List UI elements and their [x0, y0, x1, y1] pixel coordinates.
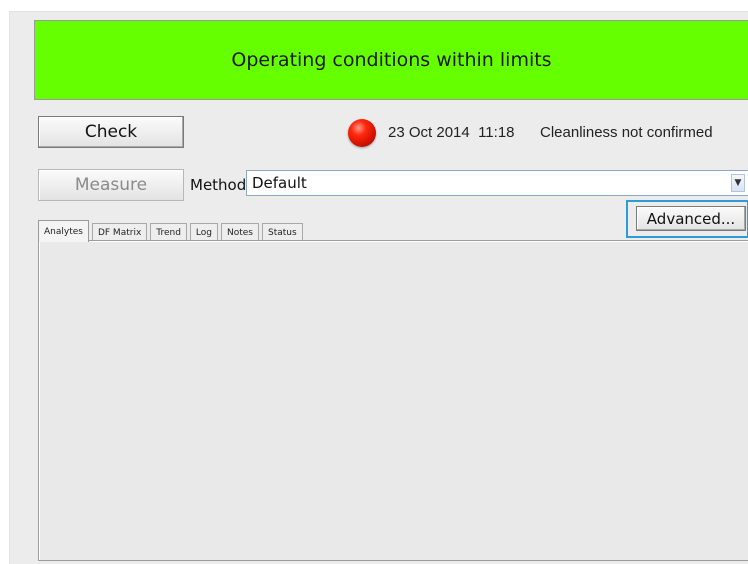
tab-strip: Analytes DF Matrix Trend Log Notes Statu…	[38, 217, 306, 242]
status-indicator-led-icon	[348, 119, 376, 147]
measure-button[interactable]: Measure	[38, 169, 184, 201]
tab-trend[interactable]: Trend	[150, 223, 187, 241]
tab-df-matrix[interactable]: DF Matrix	[91, 223, 148, 241]
status-date: 23 Oct 2014	[388, 124, 470, 141]
status-banner: Operating conditions within limits	[34, 20, 748, 100]
tab-panel-analytes	[38, 240, 748, 561]
tab-status[interactable]: Status	[262, 223, 303, 241]
main-window: Operating conditions within limits Check…	[9, 11, 748, 564]
method-dropdown-value: Default	[252, 174, 307, 192]
chevron-down-icon[interactable]: ▼	[731, 174, 745, 192]
advanced-button-focus-ring: Advanced...	[626, 200, 748, 238]
advanced-button[interactable]: Advanced...	[636, 206, 746, 231]
tab-analytes[interactable]: Analytes	[38, 220, 89, 242]
status-time: 11:18	[478, 124, 515, 141]
status-banner-text: Operating conditions within limits	[231, 49, 552, 71]
method-label: Method	[190, 176, 247, 194]
method-dropdown[interactable]: Default ▼	[246, 170, 748, 196]
tab-notes[interactable]: Notes	[221, 223, 259, 241]
check-button[interactable]: Check	[38, 116, 184, 148]
status-datetime: 23 Oct 2014 11:18	[388, 124, 515, 141]
tab-log[interactable]: Log	[189, 223, 218, 241]
cleanliness-status: Cleanliness not confirmed	[540, 124, 713, 141]
